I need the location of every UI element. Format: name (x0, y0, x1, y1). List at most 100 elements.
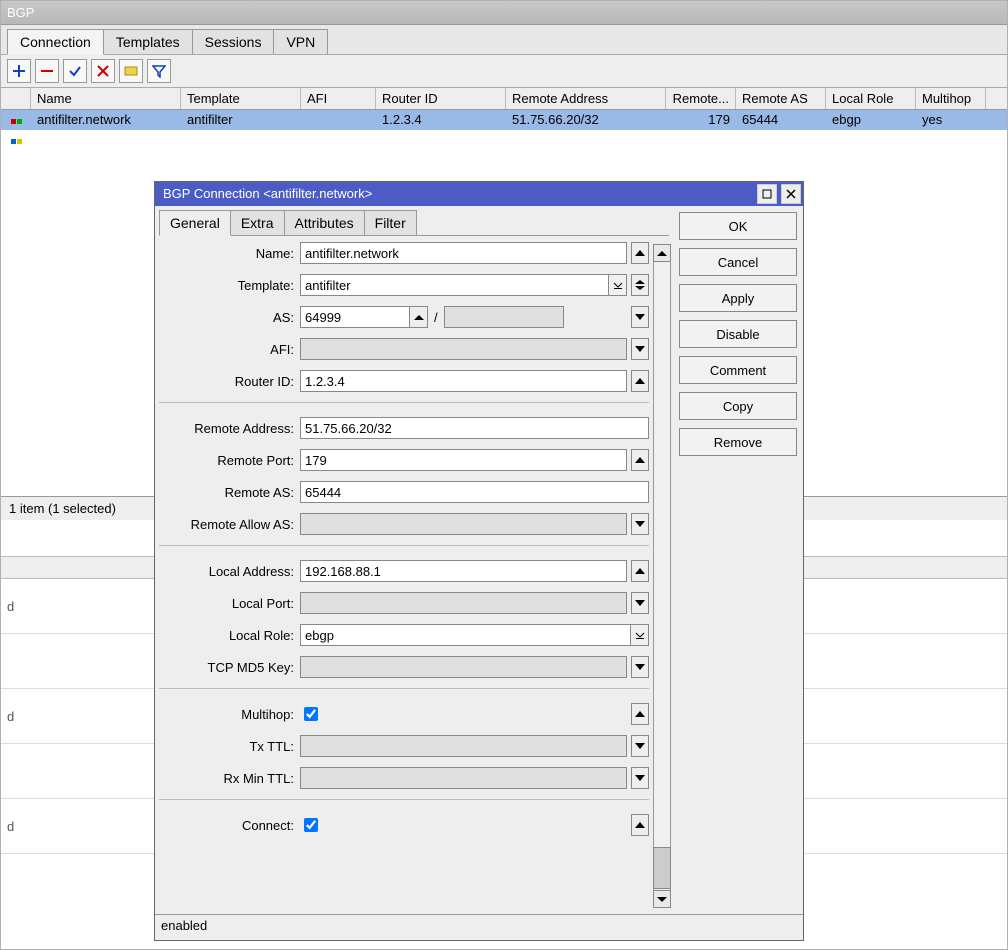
column-multihop[interactable]: Multihop (916, 88, 986, 109)
multihop-checkbox[interactable] (304, 707, 318, 721)
ok-button[interactable]: OK (679, 212, 797, 240)
expand-icon[interactable] (631, 338, 649, 360)
column-remote-as[interactable]: Remote AS (736, 88, 826, 109)
updown-icon[interactable] (631, 274, 649, 296)
dialog-tab-general[interactable]: General (159, 210, 231, 236)
cell-remote-address: 51.75.66.20/32 (506, 110, 666, 130)
tcp-md5-key-field[interactable] (300, 656, 627, 678)
label-tx-ttl: Tx TTL: (159, 739, 294, 754)
restore-icon[interactable] (757, 184, 777, 204)
label-remote-as: Remote AS: (159, 485, 294, 500)
label-multihop: Multihop: (159, 707, 294, 722)
disable-button[interactable]: Disable (679, 320, 797, 348)
router-id-field[interactable] (300, 370, 627, 392)
dialog-tab-extra[interactable]: Extra (230, 210, 285, 235)
tab-sessions[interactable]: Sessions (192, 29, 275, 54)
tx-ttl-field[interactable] (300, 735, 627, 757)
form-scrollbar[interactable] (653, 244, 671, 908)
tab-vpn[interactable]: VPN (273, 29, 328, 54)
copy-button[interactable]: Copy (679, 392, 797, 420)
spinner-up-icon[interactable] (410, 306, 428, 328)
toolbar (1, 55, 1007, 88)
remote-port-field[interactable] (300, 449, 627, 471)
cell-local-role: ebgp (826, 110, 916, 130)
remove-button[interactable]: Remove (679, 428, 797, 456)
filter-button[interactable] (147, 59, 171, 83)
cell-template: antifilter (181, 110, 301, 130)
column-remote-port[interactable]: Remote... (666, 88, 736, 109)
collapse-section-icon[interactable] (631, 242, 649, 264)
collapse-icon[interactable] (631, 814, 649, 836)
label-template: Template: (159, 278, 294, 293)
label-local-role: Local Role: (159, 628, 294, 643)
collapse-icon[interactable] (631, 703, 649, 725)
collapse-icon[interactable] (631, 449, 649, 471)
local-role-field[interactable] (300, 624, 631, 646)
bgp-connection-dialog: BGP Connection <antifilter.network> Gene… (154, 181, 804, 941)
expand-icon[interactable] (631, 656, 649, 678)
column-template[interactable]: Template (181, 88, 301, 109)
cell-router-id: 1.2.3.4 (376, 110, 506, 130)
collapse-icon[interactable] (631, 370, 649, 392)
cell-remote-as: 65444 (736, 110, 826, 130)
enable-button[interactable] (63, 59, 87, 83)
column-afi[interactable]: AFI (301, 88, 376, 109)
add-button[interactable] (7, 59, 31, 83)
dropdown-icon[interactable] (609, 274, 627, 296)
bgp-window: BGP Connection Templates Sessions VPN Na… (0, 0, 1008, 950)
rx-min-ttl-field[interactable] (300, 767, 627, 789)
expand-icon[interactable] (631, 735, 649, 757)
scroll-thumb[interactable] (653, 847, 671, 889)
as-suffix-field[interactable] (444, 306, 564, 328)
collapse-icon[interactable] (631, 560, 649, 582)
remote-as-field[interactable] (300, 481, 649, 503)
expand-icon[interactable] (631, 306, 649, 328)
remote-address-field[interactable] (300, 417, 649, 439)
expand-icon[interactable] (631, 592, 649, 614)
column-local-role[interactable]: Local Role (826, 88, 916, 109)
label-as: AS: (159, 310, 294, 325)
cancel-button[interactable]: Cancel (679, 248, 797, 276)
local-port-field[interactable] (300, 592, 627, 614)
close-icon[interactable] (781, 184, 801, 204)
label-rx-min-ttl: Rx Min TTL: (159, 771, 294, 786)
template-field[interactable] (300, 274, 609, 296)
dialog-side-buttons: OK Cancel Apply Disable Comment Copy Rem… (673, 206, 803, 914)
local-address-field[interactable] (300, 560, 627, 582)
scroll-up-icon[interactable] (653, 244, 671, 262)
label-router-id: Router ID: (159, 374, 294, 389)
cell-name: antifilter.network (31, 110, 181, 130)
table-row[interactable]: antifilter.network antifilter 1.2.3.4 51… (1, 110, 1007, 130)
dialog-title: BGP Connection <antifilter.network> (163, 182, 372, 206)
remove-button[interactable] (35, 59, 59, 83)
expand-icon[interactable] (631, 767, 649, 789)
expand-icon[interactable] (631, 513, 649, 535)
main-tabs: Connection Templates Sessions VPN (1, 25, 1007, 55)
tab-connection[interactable]: Connection (7, 29, 104, 55)
comment-button[interactable] (119, 59, 143, 83)
label-name: Name: (159, 246, 294, 261)
separator (159, 402, 649, 403)
connect-checkbox[interactable] (304, 818, 318, 832)
dialog-tab-filter[interactable]: Filter (364, 210, 417, 235)
comment-button[interactable]: Comment (679, 356, 797, 384)
as-field[interactable] (300, 306, 410, 328)
name-field[interactable] (300, 242, 627, 264)
grid-header-flags[interactable] (1, 88, 31, 109)
dialog-titlebar[interactable]: BGP Connection <antifilter.network> (155, 182, 803, 206)
apply-button[interactable]: Apply (679, 284, 797, 312)
remote-allow-as-field[interactable] (300, 513, 627, 535)
column-router-id[interactable]: Router ID (376, 88, 506, 109)
dialog-form: Name: Template: AS: (159, 242, 669, 836)
disable-button[interactable] (91, 59, 115, 83)
scroll-down-icon[interactable] (653, 890, 671, 908)
column-name[interactable]: Name (31, 88, 181, 109)
label-connect: Connect: (159, 818, 294, 833)
column-remote-address[interactable]: Remote Address (506, 88, 666, 109)
dropdown-icon[interactable] (631, 624, 649, 646)
label-local-port: Local Port: (159, 596, 294, 611)
tab-templates[interactable]: Templates (103, 29, 193, 54)
dialog-tab-attributes[interactable]: Attributes (284, 210, 365, 235)
afi-field[interactable] (300, 338, 627, 360)
label-remote-allow-as: Remote Allow AS: (159, 517, 294, 532)
